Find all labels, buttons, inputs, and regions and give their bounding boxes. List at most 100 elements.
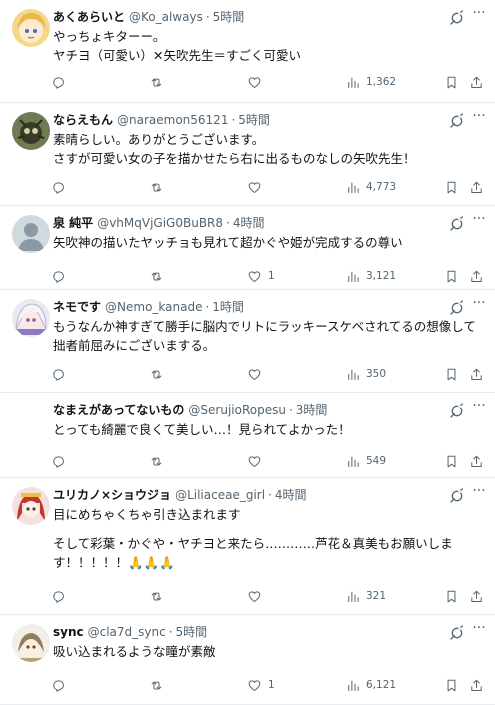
- display-name[interactable]: あくあらいと: [53, 10, 125, 24]
- bookmark-button[interactable]: [444, 266, 459, 286]
- timestamp[interactable]: 5時間: [238, 113, 270, 127]
- bookmark-button[interactable]: [444, 364, 459, 384]
- more-icon[interactable]: ···: [471, 109, 487, 127]
- retweet-button[interactable]: [149, 451, 170, 471]
- views-button[interactable]: 321: [345, 586, 386, 606]
- avatar[interactable]: [12, 624, 50, 662]
- reply-button[interactable]: [51, 675, 72, 695]
- avatar[interactable]: [12, 215, 50, 253]
- grok-icon[interactable]: [449, 403, 465, 419]
- avatar[interactable]: [12, 402, 50, 440]
- grok-icon[interactable]: [449, 300, 465, 316]
- bookmark-icon: [444, 454, 459, 469]
- like-button[interactable]: [247, 586, 268, 606]
- timestamp[interactable]: 5時間: [213, 10, 245, 24]
- share-button[interactable]: [469, 364, 484, 384]
- timestamp[interactable]: 1時間: [212, 300, 244, 314]
- retweet-button[interactable]: [149, 177, 170, 197]
- reply-button[interactable]: [51, 451, 72, 471]
- reply-button[interactable]: [51, 72, 72, 92]
- retweet-button[interactable]: [149, 586, 170, 606]
- retweet-icon: [149, 589, 164, 604]
- reply-feed: あくあらいと @Ko_always · 5時間 ··· やっちょキターー。 ヤチヨ（可愛い）…: [0, 0, 495, 705]
- more-icon[interactable]: ···: [471, 296, 487, 314]
- handle[interactable]: @SerujioRopesu: [188, 403, 286, 417]
- reply-button[interactable]: [51, 586, 72, 606]
- grok-icon[interactable]: [449, 625, 465, 641]
- more-icon[interactable]: ···: [471, 484, 487, 502]
- timestamp[interactable]: 3時間: [296, 403, 328, 417]
- avatar[interactable]: [12, 487, 50, 525]
- grok-icon[interactable]: [449, 113, 465, 129]
- views-button[interactable]: 3,121: [345, 266, 396, 286]
- share-button[interactable]: [469, 177, 484, 197]
- like-button[interactable]: [247, 364, 268, 384]
- like-button[interactable]: 1: [247, 675, 275, 695]
- handle[interactable]: @Ko_always: [129, 10, 203, 24]
- tweet[interactable]: ネモです @Nemo_kanade · 1時間 ··· もうなんか神すぎて勝手に脳内でリト…: [0, 290, 495, 393]
- avatar[interactable]: [12, 9, 50, 47]
- views-button[interactable]: 6,121: [345, 675, 396, 695]
- bookmark-button[interactable]: [444, 177, 459, 197]
- bookmark-button[interactable]: [444, 451, 459, 471]
- dot-separator: ·: [205, 300, 210, 314]
- timestamp[interactable]: 5時間: [176, 625, 208, 639]
- tweet[interactable]: sync @cla7d_sync · 5時間 ··· 吸い込まれるような瞳が素敵 1 6,12…: [0, 615, 495, 705]
- grok-icon[interactable]: [449, 216, 465, 232]
- reply-button[interactable]: [51, 266, 72, 286]
- tweet[interactable]: あくあらいと @Ko_always · 5時間 ··· やっちょキターー。 ヤチヨ（可愛い）…: [0, 0, 495, 103]
- share-button[interactable]: [469, 675, 484, 695]
- handle[interactable]: @vhMqVjGiG0BuBR8: [97, 216, 223, 230]
- handle[interactable]: @Liliaceae_girl: [175, 488, 265, 502]
- display-name[interactable]: sync: [53, 625, 84, 639]
- tweet[interactable]: ユリカノ×ショウジョ @Liliaceae_girl · 4時間 ··· 目にめちゃくちゃ…: [0, 478, 495, 615]
- tweet[interactable]: なまえがあってないもの @SerujioRopesu · 3時間 ··· とっても綺麗で良…: [0, 393, 495, 478]
- timestamp[interactable]: 4時間: [275, 488, 307, 502]
- display-name[interactable]: ネモです: [53, 300, 101, 314]
- bookmark-button[interactable]: [444, 675, 459, 695]
- share-button[interactable]: [469, 72, 484, 92]
- like-button[interactable]: 1: [247, 266, 275, 286]
- views-button[interactable]: 350: [345, 364, 386, 384]
- views-button[interactable]: 4,773: [345, 177, 396, 197]
- tweet[interactable]: ならえもん @naraemon56121 · 5時間 ··· 素晴らしい。ありがとうござい…: [0, 103, 495, 206]
- more-icon[interactable]: ···: [471, 399, 487, 417]
- grok-icon[interactable]: [449, 10, 465, 26]
- retweet-button[interactable]: [149, 364, 170, 384]
- action-bar: 1,362: [0, 72, 495, 92]
- handle[interactable]: @cla7d_sync: [88, 625, 166, 639]
- display-name[interactable]: ユリカノ×ショウジョ: [53, 488, 171, 502]
- share-button[interactable]: [469, 586, 484, 606]
- retweet-button[interactable]: [149, 266, 170, 286]
- more-icon[interactable]: ···: [471, 6, 487, 24]
- retweet-button[interactable]: [149, 675, 170, 695]
- bookmark-button[interactable]: [444, 586, 459, 606]
- like-button[interactable]: [247, 451, 268, 471]
- reply-button[interactable]: [51, 177, 72, 197]
- retweet-button[interactable]: [149, 72, 170, 92]
- display-name[interactable]: ならえもん: [53, 113, 113, 127]
- bookmark-button[interactable]: [444, 72, 459, 92]
- display-name[interactable]: 泉 純平: [53, 216, 93, 230]
- grok-icon[interactable]: [449, 488, 465, 504]
- action-bar: 4,773: [0, 177, 495, 197]
- share-button[interactable]: [469, 266, 484, 286]
- reply-button[interactable]: [51, 364, 72, 384]
- views-icon: [345, 269, 360, 284]
- avatar[interactable]: [12, 112, 50, 150]
- more-icon[interactable]: ···: [471, 621, 487, 639]
- share-button[interactable]: [469, 451, 484, 471]
- timestamp[interactable]: 4時間: [233, 216, 265, 230]
- display-name[interactable]: なまえがあってないもの: [53, 403, 184, 417]
- handle[interactable]: @naraemon56121: [117, 113, 228, 127]
- tweet-header: あくあらいと @Ko_always · 5時間: [53, 8, 455, 26]
- avatar[interactable]: [12, 299, 50, 337]
- dot-separator: ·: [205, 10, 210, 24]
- handle[interactable]: @Nemo_kanade: [105, 300, 202, 314]
- tweet[interactable]: 泉 純平 @vhMqVjGiG0BuBR8 · 4時間 ··· 矢吹神の描いたヤッチョも見…: [0, 206, 495, 290]
- like-button[interactable]: [247, 177, 268, 197]
- more-icon[interactable]: ···: [471, 212, 487, 230]
- like-button[interactable]: [247, 72, 268, 92]
- views-button[interactable]: 549: [345, 451, 386, 471]
- views-button[interactable]: 1,362: [345, 72, 396, 92]
